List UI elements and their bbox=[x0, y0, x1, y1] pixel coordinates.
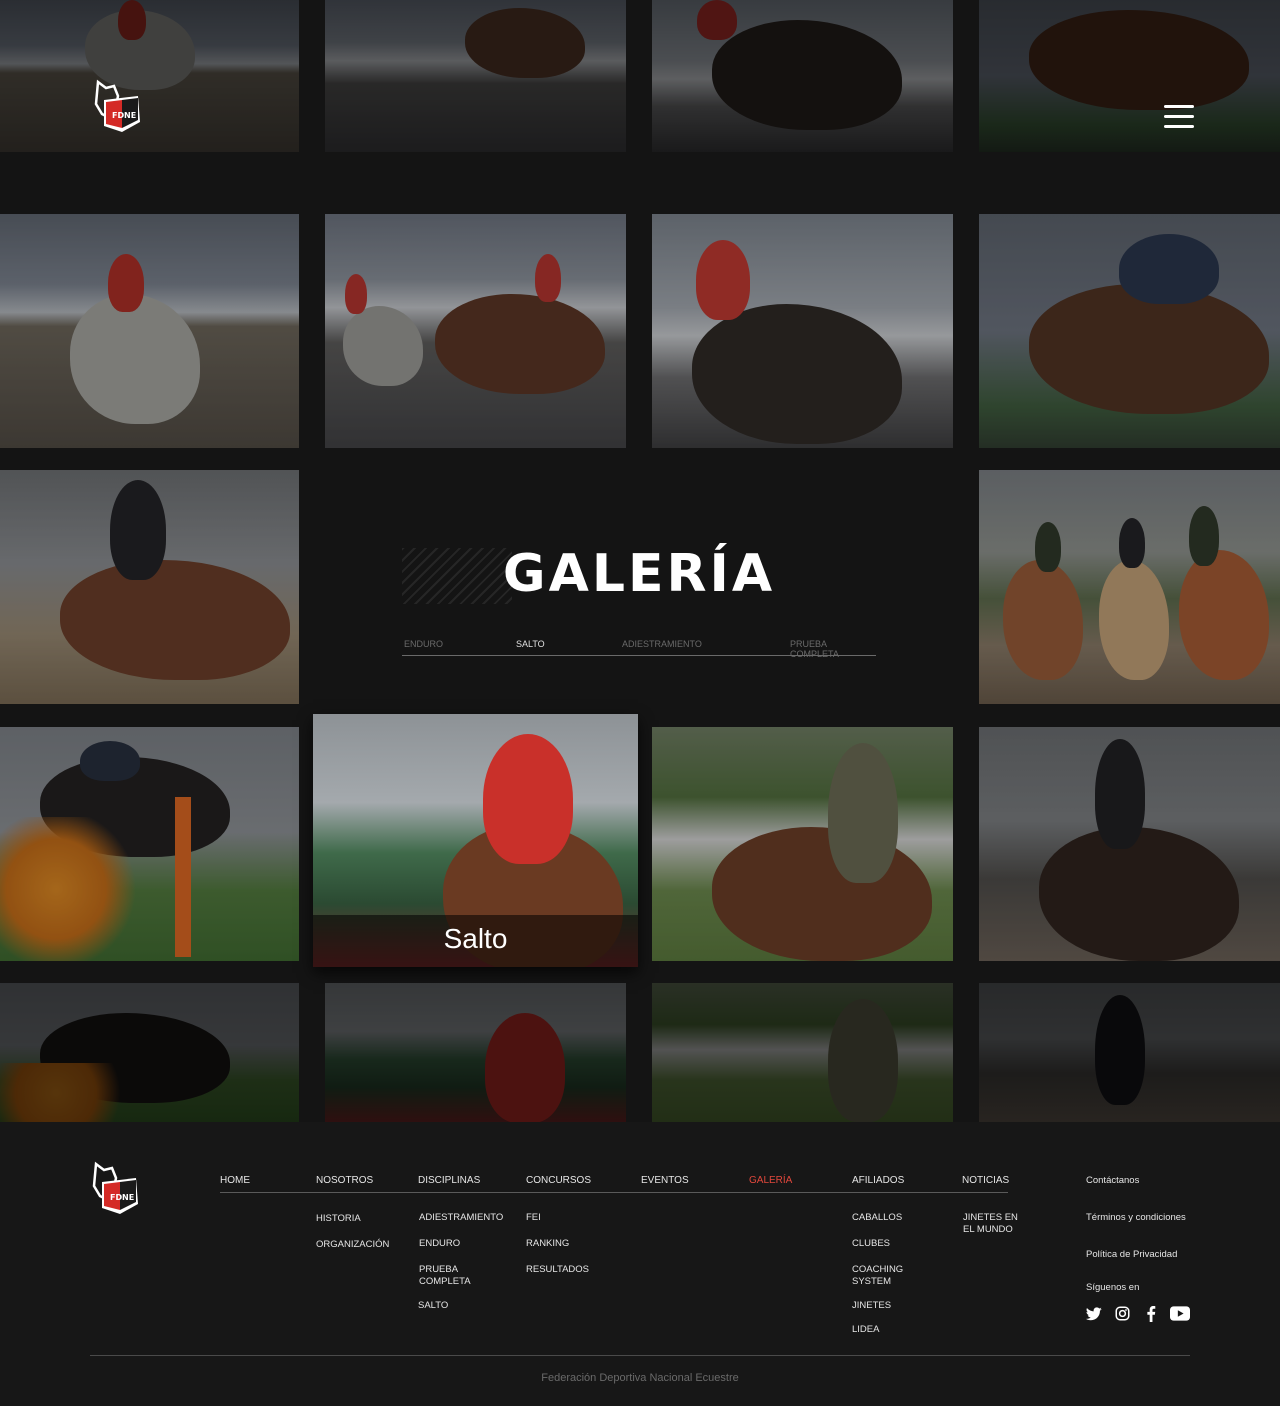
footer-divider bbox=[90, 1355, 1190, 1356]
svg-text:FD: FD bbox=[112, 111, 124, 120]
filter-tab-enduro[interactable]: ENDURO bbox=[404, 639, 443, 649]
gallery-photo-salto-jump-2[interactable] bbox=[0, 727, 299, 961]
svg-text:FD: FD bbox=[110, 1193, 122, 1202]
copyright-text: Federación Deportiva Nacional Ecuestre bbox=[541, 1372, 739, 1384]
filter-tab-adiestramiento[interactable]: ADIESTRAMIENTO bbox=[622, 639, 702, 649]
footer-link-jinetes[interactable]: JINETES bbox=[852, 1300, 891, 1312]
footer-nav-noticias[interactable]: NOTICIAS bbox=[962, 1175, 1009, 1186]
footer-nav-afiliados[interactable]: AFILIADOS bbox=[852, 1175, 904, 1186]
footer-link-contactanos[interactable]: Contáctanos bbox=[1086, 1175, 1139, 1186]
gallery-filter-tabs: ENDURO SALTO ADIESTRAMIENTO PRUEBA COMPL… bbox=[402, 636, 876, 659]
footer-nav-galeria[interactable]: GALERÍA bbox=[749, 1175, 792, 1186]
footer-link-ranking[interactable]: RANKING bbox=[526, 1238, 569, 1250]
gallery-photo-adiestramiento-1[interactable] bbox=[0, 470, 299, 704]
fdne-logo-icon: FD NE bbox=[92, 1161, 138, 1214]
gallery-photo-adiestramiento-2[interactable] bbox=[979, 727, 1280, 961]
filter-tab-salto[interactable]: SALTO bbox=[516, 639, 545, 649]
footer-nav-disciplinas[interactable]: DISCIPLINAS bbox=[418, 1175, 480, 1186]
gallery-photo-salto-jump-1[interactable] bbox=[979, 214, 1280, 448]
footer-link-enduro[interactable]: ENDURO bbox=[419, 1238, 460, 1250]
footer-fdne-logo[interactable]: FD NE bbox=[88, 1160, 140, 1218]
site-footer bbox=[0, 1122, 1280, 1406]
gallery-photo-salto-jump-1-faded[interactable] bbox=[979, 0, 1280, 152]
footer-link-coaching-system[interactable]: COACHING SYSTEM bbox=[852, 1264, 912, 1288]
rider-shape bbox=[483, 734, 573, 864]
hamburger-icon[interactable] bbox=[1164, 105, 1194, 129]
footer-nav-eventos[interactable]: EVENTOS bbox=[641, 1175, 689, 1186]
footer-nav: HOME NOSOTROS DISCIPLINAS CONCURSOS EVEN… bbox=[220, 1175, 1009, 1193]
facebook-icon[interactable] bbox=[1146, 1306, 1164, 1324]
footer-nav-nosotros[interactable]: NOSOTROS bbox=[316, 1175, 373, 1186]
gallery-photo-salto-featured[interactable]: Salto bbox=[313, 714, 638, 967]
follow-label: Síguenos en bbox=[1086, 1282, 1140, 1293]
photo-caption: Salto bbox=[443, 923, 508, 954]
gallery-photo-adiestramiento-2-faded[interactable] bbox=[979, 983, 1280, 1122]
gallery-photo-salto-rider[interactable] bbox=[652, 727, 953, 961]
svg-text:NE: NE bbox=[122, 1193, 134, 1202]
gallery-photo-enduro-beach-3[interactable] bbox=[652, 214, 953, 448]
footer-link-lidea[interactable]: LIDEA bbox=[852, 1324, 879, 1336]
footer-nav-concursos[interactable]: CONCURSOS bbox=[526, 1175, 591, 1186]
gallery-photo-enduro-beach-2[interactable] bbox=[325, 214, 626, 448]
gallery-photo-enduro-beach-1[interactable] bbox=[0, 214, 299, 448]
footer-link-caballos[interactable]: CABALLOS bbox=[852, 1212, 902, 1224]
gallery-photo-enduro-beach-1-faded[interactable] bbox=[0, 0, 299, 152]
footer-link-historia[interactable]: HISTORIA bbox=[316, 1213, 361, 1225]
footer-link-terminos[interactable]: Términos y condiciones bbox=[1086, 1212, 1186, 1223]
footer-link-clubes[interactable]: CLUBES bbox=[852, 1238, 890, 1250]
footer-link-jinetes-en-el-mundo[interactable]: JINETES EN EL MUNDO bbox=[963, 1212, 1027, 1236]
gallery-photo-enduro-beach-3-faded[interactable] bbox=[652, 0, 953, 152]
svg-text:NE: NE bbox=[124, 111, 136, 120]
gallery-photo-salto-rider-faded[interactable] bbox=[652, 983, 953, 1122]
footer-link-adiestramiento[interactable]: ADIESTRAMIENTO bbox=[419, 1212, 503, 1224]
page-title: GALERÍA bbox=[502, 544, 776, 604]
footer-link-resultados[interactable]: RESULTADOS bbox=[526, 1264, 589, 1276]
footer-link-organizacion[interactable]: ORGANIZACIÓN bbox=[316, 1239, 389, 1251]
twitter-icon[interactable] bbox=[1085, 1306, 1104, 1324]
gallery-photo-salto-featured-faded[interactable] bbox=[325, 983, 626, 1122]
footer-link-fei[interactable]: FEI bbox=[526, 1212, 541, 1224]
gallery-photo-salto-jump-2-faded[interactable] bbox=[0, 983, 299, 1122]
youtube-icon[interactable] bbox=[1170, 1306, 1190, 1324]
gallery-photo-adiestramiento-group[interactable] bbox=[979, 470, 1280, 704]
gallery-photo-enduro-beach-2-faded[interactable] bbox=[325, 0, 626, 152]
footer-nav-home[interactable]: HOME bbox=[220, 1175, 250, 1186]
instagram-icon[interactable] bbox=[1115, 1306, 1133, 1324]
footer-link-salto[interactable]: SALTO bbox=[418, 1300, 448, 1312]
fdne-logo-icon: FD NE bbox=[94, 79, 140, 132]
filter-tab-prueba-completa[interactable]: PRUEBA COMPLETA bbox=[790, 639, 876, 659]
footer-link-privacidad[interactable]: Política de Privacidad bbox=[1086, 1249, 1177, 1260]
footer-link-prueba-completa[interactable]: PRUEBA COMPLETA bbox=[419, 1264, 483, 1288]
gallery-header-panel: GALERÍA ENDURO SALTO ADIESTRAMIENTO PRUE… bbox=[402, 470, 876, 704]
fdne-logo[interactable]: FD NE bbox=[90, 78, 142, 136]
